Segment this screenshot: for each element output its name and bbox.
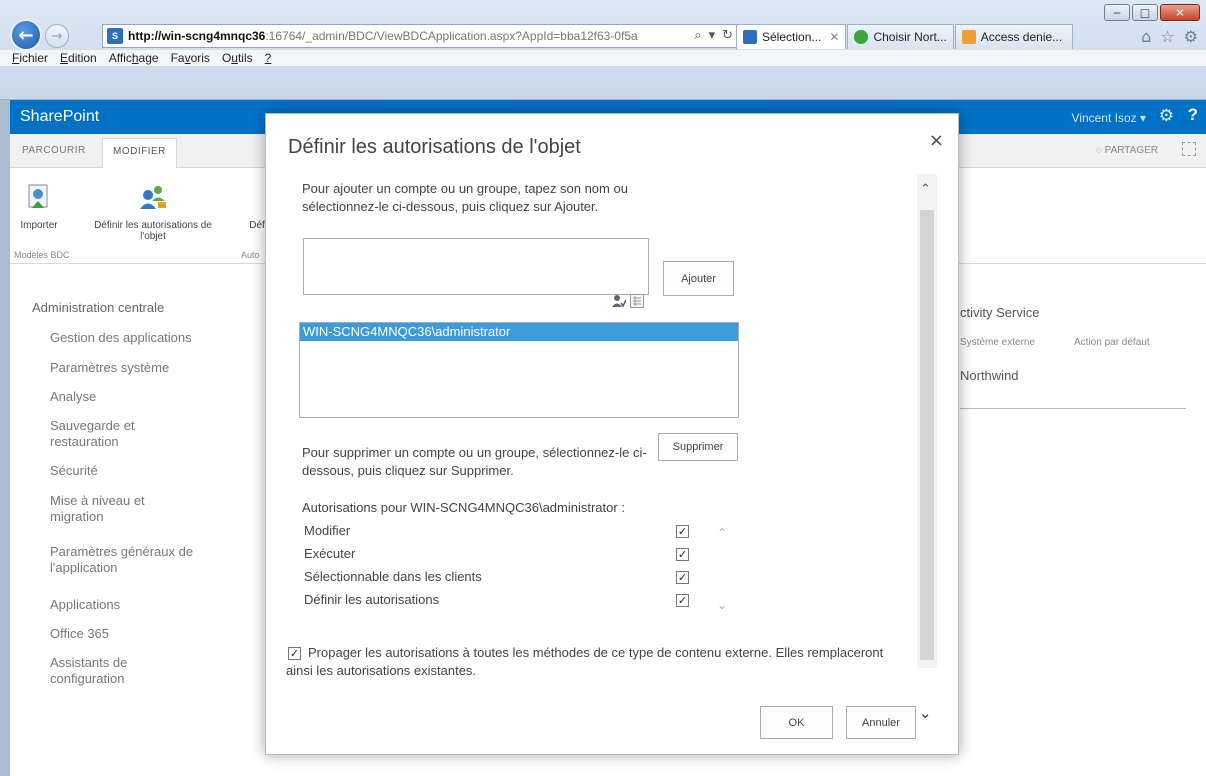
sharepoint-tab-icon [743,30,757,44]
perm-label-selectionnable: Sélectionnable dans les clients [304,569,482,584]
forward-arrow-icon: → [51,28,63,44]
scroll-down-icon[interactable]: ⌄ [717,598,727,612]
propagate-text: Propager les autorisations à toutes les … [286,645,884,678]
focus-content-icon[interactable] [1182,142,1196,156]
address-book-icon[interactable] [630,294,644,308]
home-icon[interactable]: ⌂ [1141,27,1151,46]
permissions-scrollbar[interactable]: ⌃ ⌄ [711,512,737,622]
favorites-star-icon[interactable]: ☆ [1160,27,1174,46]
refresh-icon[interactable]: ↻ [722,28,733,43]
menu-outils[interactable]: Outils [222,51,253,65]
dialog-scrollbar[interactable]: ⌃ [917,174,937,668]
column-action-defaut: Action par défaut [1074,337,1150,348]
gear-icon[interactable]: ⚙ [1159,106,1174,126]
chevron-up-icon[interactable]: ⌃ [920,182,931,197]
window-controls: − □ ✕ [1104,4,1200,21]
browser-chrome: − □ ✕ ← → S http://win-scng4mnqc36:16764… [0,0,1206,100]
add-account-input[interactable] [303,238,649,295]
nav-parametres-generaux[interactable]: Paramètres généraux de l'application [50,544,220,576]
import-button[interactable]: Importer [16,182,62,231]
column-systeme-externe: Système externe [960,337,1036,348]
close-icon[interactable]: × [929,130,944,151]
group-auto-partial: Auto [241,250,260,260]
add-instructions: Pour ajouter un compte ou un groupe, tap… [302,181,628,214]
perm-label-modifier: Modifier [304,523,351,538]
nav-applications[interactable]: Applications [50,597,120,613]
users-permissions-icon [138,182,168,212]
perm-label-definir: Définir les autorisations [304,592,440,607]
address-host: http://win-scng4mnqc36 [128,29,266,43]
nav-parametres-systeme[interactable]: Paramètres système [50,360,169,376]
add-button[interactable]: Ajouter [663,261,734,296]
nav-assistants[interactable]: Assistants de configuration [50,655,180,687]
browser-tabs: Sélection... ✕ Choisir Nort... Access de… [736,24,1074,49]
sharepoint-brand[interactable]: SharePoint [20,108,99,126]
nav-office-365[interactable]: Office 365 [50,626,109,642]
cancel-button[interactable]: Annuler [846,706,916,739]
scroll-up-icon[interactable]: ⌃ [717,526,727,540]
office-tab-icon [961,30,976,44]
ie-tab-icon [854,30,869,44]
search-icon[interactable]: ⌕ [694,28,701,43]
nav-mise-a-niveau[interactable]: Mise à niveau et migration [50,493,180,525]
tab-choisir-northwind[interactable]: Choisir Nort... [847,24,954,49]
help-icon[interactable]: ? [1188,105,1198,125]
scrollbar-thumb[interactable] [920,210,934,660]
maximize-button[interactable]: □ [1132,4,1158,21]
close-window-button[interactable]: ✕ [1160,4,1200,21]
sharepoint-favicon-icon: S [107,28,123,44]
nav-analyse[interactable]: Analyse [50,389,96,405]
menu-favoris[interactable]: Favoris [171,51,210,65]
browser-tools: ⌂ ☆ ⚙ [1141,27,1198,46]
perm-checkbox-definir[interactable]: ✓ [676,594,689,607]
northwind-link[interactable]: Northwind [960,368,1019,383]
nav-securite[interactable]: Sécurité [50,463,98,479]
share-button[interactable]: ◌ PARTAGER [1096,145,1158,156]
remove-button[interactable]: Supprimer [658,433,738,461]
nav-gestion-applications[interactable]: Gestion des applications [50,330,192,346]
tab-access-denied[interactable]: Access denie... [954,24,1073,49]
nav-sauvegarde[interactable]: Sauvegarde et restauration [50,418,180,450]
address-bar[interactable]: S http://win-scng4mnqc36:16764/_admin/BD… [102,24,738,48]
settings-gear-icon[interactable]: ⚙ [1184,27,1198,46]
ok-button[interactable]: OK [760,706,833,739]
perm-checkbox-modifier[interactable]: ✓ [676,525,689,538]
perm-label-executer: Exécuter [304,546,356,561]
minimize-button[interactable]: − [1104,4,1130,21]
row-divider [960,408,1186,409]
permissions-heading: Autorisations pour WIN-SCNG4MNQC36\admin… [302,500,625,515]
menu-fichier[interactable]: Fichier [12,51,48,65]
perm-checkbox-executer[interactable]: ✓ [676,548,689,561]
menu-affichage[interactable]: Affichage [109,51,159,65]
service-title: ctivity Service [960,305,1040,320]
check-names-icon[interactable] [612,294,627,308]
menu-bar: Fichier Edition Affichage Favoris Outils… [0,50,1206,67]
tab-selection[interactable]: Sélection... ✕ [736,24,847,49]
address-tools: ⌕ ▾ ↻ [694,28,733,43]
close-tab-icon[interactable]: ✕ [829,30,839,44]
back-button[interactable]: ← [10,19,42,51]
tab-parcourir[interactable]: PARCOURIR [22,145,86,156]
menu-edition[interactable]: Edition [60,51,97,65]
user-menu[interactable]: Vincent Isoz ▾ [1071,111,1146,125]
back-arrow-icon: ← [18,24,34,46]
address-path: :16764/_admin/BDC/ViewBDCApplication.asp… [265,29,638,43]
tab-modifier[interactable]: MODIFIER [102,138,177,169]
chevron-down-icon[interactable]: ⌄ [919,704,932,722]
accounts-listbox[interactable]: WIN-SCNG4MNQC36\administrator [299,322,739,418]
menu-help[interactable]: ? [265,51,272,65]
remove-instructions: Pour supprimer un compte ou un groupe, s… [302,445,647,478]
forward-button[interactable]: → [45,24,69,48]
ribbon-button-partial[interactable]: Déf [247,220,267,231]
nav-admin-centrale[interactable]: Administration centrale [32,300,164,316]
dialog-title: Définir les autorisations de l'objet [288,136,581,158]
permissions-dialog: Définir les autorisations de l'objet × P… [265,113,959,755]
dropdown-icon[interactable]: ▾ [709,28,716,43]
share-icon: ◌ [1095,145,1105,156]
define-permissions-button[interactable]: Définir les autorisations de l'objet [90,182,216,242]
group-modeles-bdc: Modèles BDC [14,250,70,260]
import-icon [24,182,54,212]
perm-checkbox-selectionnable[interactable]: ✓ [676,571,689,584]
list-item[interactable]: WIN-SCNG4MNQC36\administrator [300,323,738,341]
